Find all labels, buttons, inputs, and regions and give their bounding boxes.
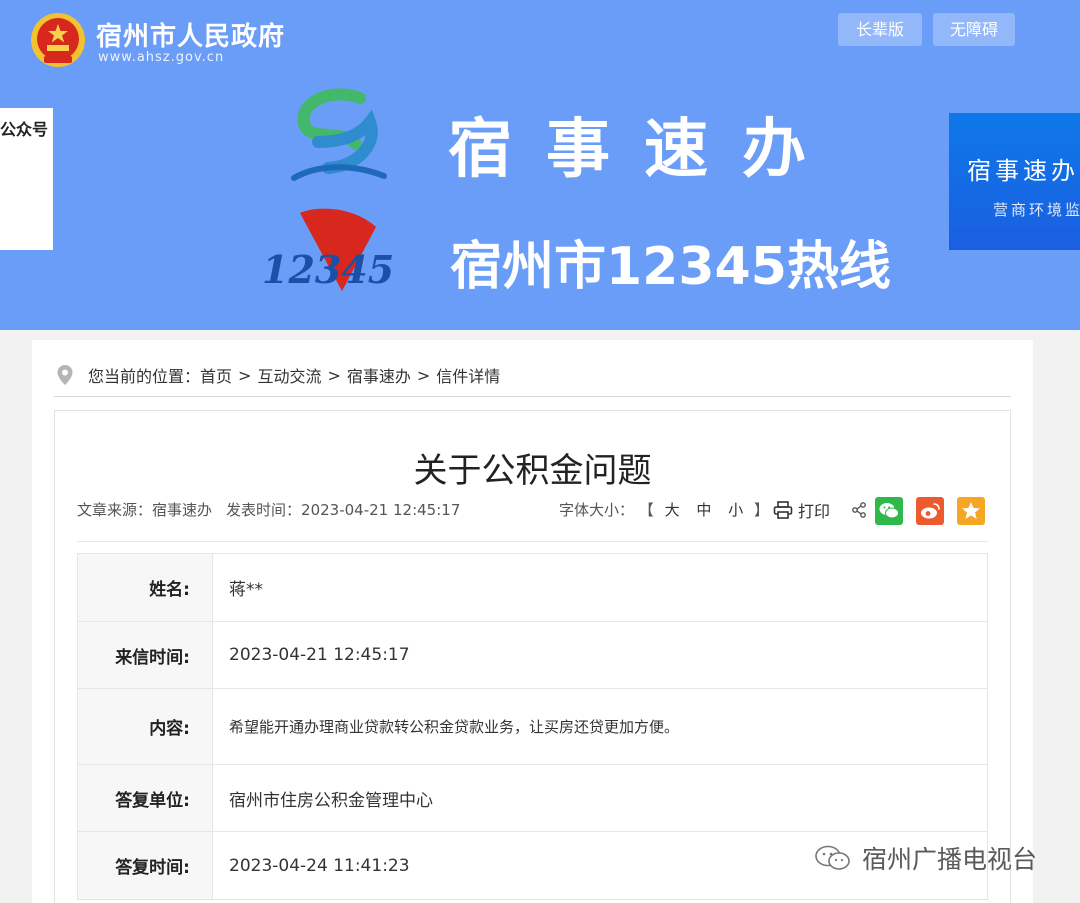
font-size-medium[interactable]: 中 xyxy=(696,501,711,519)
header-banner: 宿州市人民政府 www.ahsz.gov.cn 长辈版 无障碍 公众号 宿事速办… xyxy=(0,0,1080,330)
name-label: 姓名: xyxy=(77,553,213,622)
right-card-title: 宿事速办 xyxy=(967,157,1079,185)
reply-time-label: 答复时间: xyxy=(77,831,213,900)
source-value: 宿事速办 xyxy=(152,501,213,519)
font-size-large[interactable]: 大 xyxy=(665,501,680,519)
site-name[interactable]: 宿州市人民政府 xyxy=(96,16,285,53)
watermark-text: 宿州广播电视台 xyxy=(862,845,1038,874)
breadcrumb-separator: > xyxy=(416,365,431,385)
name-value: 蒋** xyxy=(212,553,988,622)
weibo-share-icon[interactable] xyxy=(916,497,944,525)
share-icon[interactable] xyxy=(851,502,867,518)
elder-mode-button[interactable]: 长辈版 xyxy=(838,13,922,46)
breadcrumb-interaction[interactable]: 互动交流 xyxy=(257,363,321,387)
breadcrumb-separator: > xyxy=(238,365,252,385)
wechat-watermark-icon xyxy=(815,845,850,870)
sushi-suban-logo-icon xyxy=(291,88,387,181)
business-environment-card[interactable]: 宿事速办 营商环境监 xyxy=(949,113,1080,250)
right-card-subtitle: 营商环境监 xyxy=(993,201,1080,219)
breadcrumb-divider xyxy=(54,396,1011,397)
publish-time-value: 2023-04-21 12:45:17 xyxy=(301,501,461,519)
article-meta: 文章来源：宿事速办 发表时间：2023-04-21 12:45:17 xyxy=(77,499,460,520)
print-button[interactable]: 打印 xyxy=(773,498,830,522)
print-label: 打印 xyxy=(798,502,831,521)
national-emblem-icon xyxy=(31,13,85,67)
banner-title: 宿事速办 xyxy=(448,113,840,187)
reply-unit-value: 宿州市住房公积金管理中心 xyxy=(212,764,988,832)
table-row: 内容: 希望能开通办理商业贷款转公积金贷款业务，让买房还贷更加方便。 xyxy=(77,688,988,765)
wechat-account-card[interactable]: 公众号 xyxy=(0,108,53,250)
letter-time-value: 2023-04-21 12:45:17 xyxy=(212,621,988,689)
table-row: 姓名: 蒋** xyxy=(77,553,988,622)
wechat-account-label: 公众号 xyxy=(0,120,49,139)
font-size-small[interactable]: 小 xyxy=(728,501,743,519)
accessibility-button[interactable]: 无障碍 xyxy=(933,13,1015,46)
printer-icon xyxy=(773,501,793,519)
letter-time-label: 来信时间: xyxy=(77,621,213,689)
table-row: 答复单位: 宿州市住房公积金管理中心 xyxy=(77,764,988,832)
breadcrumb-letter-detail[interactable]: 信件详情 xyxy=(436,363,500,387)
article-title: 关于公积金问题 xyxy=(413,451,652,491)
wechat-share-icon[interactable] xyxy=(875,497,903,525)
source-watermark: 宿州广播电视台 xyxy=(812,840,1037,876)
bracket-close: 】 xyxy=(753,501,769,519)
hotline-title: 宿州市12345热线 xyxy=(450,237,891,297)
meta-divider xyxy=(77,541,988,542)
site-domain: www.ahsz.gov.cn xyxy=(98,50,225,65)
main-content: 您当前的位置： 首页 > 互动交流 > 宿事速办 > 信件详情 关于公积金问题 … xyxy=(32,340,1033,903)
publish-time-label: 发表时间： xyxy=(226,501,302,519)
breadcrumb-prefix: 您当前的位置： xyxy=(88,367,201,386)
source-label: 文章来源： xyxy=(77,501,153,519)
letter-article: 关于公积金问题 文章来源：宿事速办 发表时间：2023-04-21 12:45:1… xyxy=(54,410,1011,903)
hotline-12345-logo-icon: 12345 xyxy=(262,208,394,292)
location-pin-icon xyxy=(57,365,73,385)
content-label: 内容: xyxy=(77,688,213,765)
font-size-switcher: 字体大小： 【 大 中 小 】 xyxy=(559,499,769,520)
breadcrumb-separator: > xyxy=(327,365,341,385)
bracket-open: 【 xyxy=(638,501,654,519)
breadcrumb-sushi-suban[interactable]: 宿事速办 xyxy=(347,363,411,387)
table-row: 来信时间: 2023-04-21 12:45:17 xyxy=(77,621,988,689)
reply-unit-label: 答复单位: xyxy=(77,764,213,832)
content-value: 希望能开通办理商业贷款转公积金贷款业务，让买房还贷更加方便。 xyxy=(212,688,988,765)
breadcrumb: 您当前的位置： 首页 > 互动交流 > 宿事速办 > 信件详情 xyxy=(56,362,500,388)
breadcrumb-home[interactable]: 首页 xyxy=(200,363,232,387)
favorite-star-icon[interactable] xyxy=(957,497,985,525)
font-size-label: 字体大小： xyxy=(559,501,635,519)
hotline-logo-number: 12345 xyxy=(262,247,394,292)
